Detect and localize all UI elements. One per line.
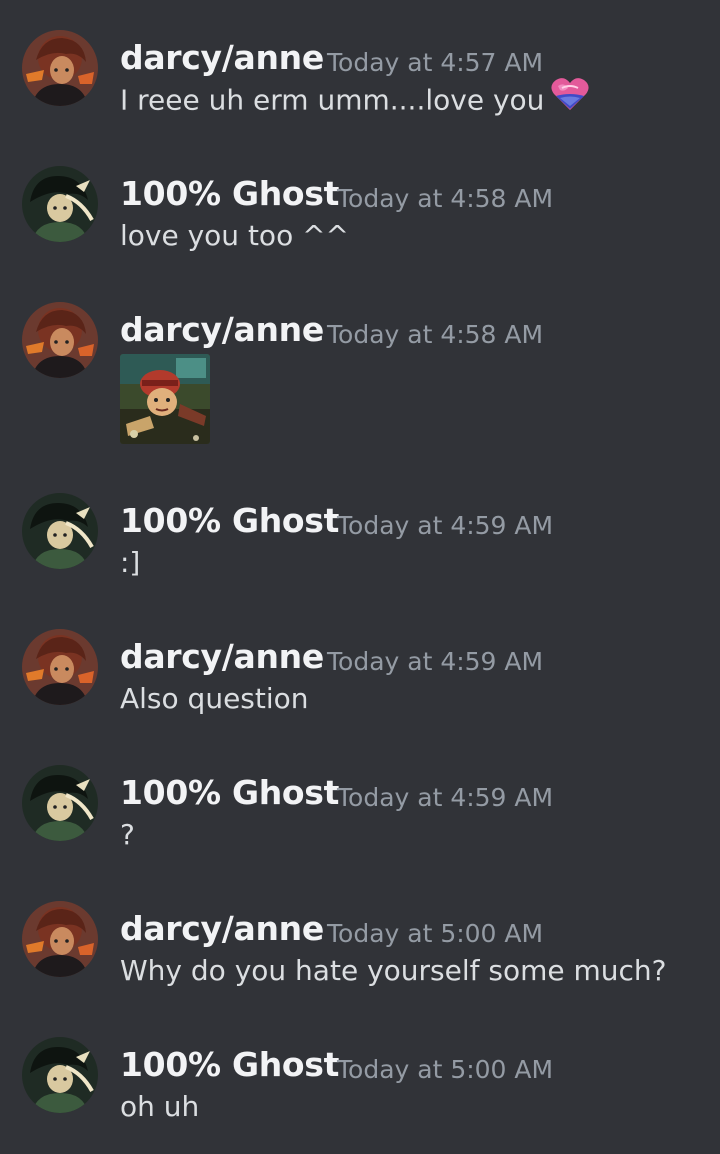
message-text: oh uh (120, 1090, 200, 1123)
ghost-avatar-icon (22, 1037, 98, 1113)
username[interactable]: darcy/anne (120, 909, 324, 949)
username[interactable]: 100% Ghost (120, 501, 339, 541)
message-text-content: I reee uh erm umm....love you (120, 83, 545, 117)
message-text: :] (120, 546, 141, 579)
timestamp[interactable]: Today at 4:58 AM (327, 320, 543, 350)
username[interactable]: darcy/anne (120, 38, 324, 78)
timestamp[interactable]: Today at 4:59 AM (337, 511, 553, 541)
avatar[interactable] (22, 166, 98, 242)
heart-emoji-icon[interactable] (550, 76, 590, 121)
avatar[interactable] (22, 493, 98, 569)
username[interactable]: 100% Ghost (120, 174, 339, 214)
avatar[interactable] (22, 629, 98, 705)
timestamp[interactable]: Today at 4:59 AM (327, 647, 543, 677)
username[interactable]: darcy/anne (120, 637, 324, 677)
message-text: Why do you hate yourself some much? (120, 954, 667, 987)
username[interactable]: darcy/anne (120, 310, 324, 350)
timestamp[interactable]: Today at 4:57 AM (327, 48, 543, 78)
username[interactable]: 100% Ghost (120, 773, 339, 813)
darcy-avatar-icon (22, 629, 98, 705)
message-text: love you too ^^ (120, 219, 350, 252)
image-attachment[interactable] (120, 354, 210, 444)
message-text: ? (120, 818, 135, 851)
message-text: Also question (120, 682, 309, 715)
darcy-avatar-icon (22, 901, 98, 977)
image-attachment-icon (120, 354, 210, 444)
message-text: I reee uh erm umm....love you (120, 78, 590, 121)
timestamp[interactable]: Today at 5:00 AM (327, 919, 543, 949)
ghost-avatar-icon (22, 493, 98, 569)
message-list: darcy/anne Today at 4:57 AM I reee uh er… (0, 0, 720, 1154)
darcy-avatar-icon (22, 30, 98, 106)
avatar[interactable] (22, 302, 98, 378)
avatar[interactable] (22, 1037, 98, 1113)
timestamp[interactable]: Today at 4:59 AM (337, 783, 553, 813)
ghost-avatar-icon (22, 166, 98, 242)
avatar[interactable] (22, 765, 98, 841)
username[interactable]: 100% Ghost (120, 1045, 339, 1085)
avatar[interactable] (22, 30, 98, 106)
ghost-avatar-icon (22, 765, 98, 841)
timestamp[interactable]: Today at 5:00 AM (337, 1055, 553, 1085)
darcy-avatar-icon (22, 302, 98, 378)
timestamp[interactable]: Today at 4:58 AM (337, 184, 553, 214)
avatar[interactable] (22, 901, 98, 977)
